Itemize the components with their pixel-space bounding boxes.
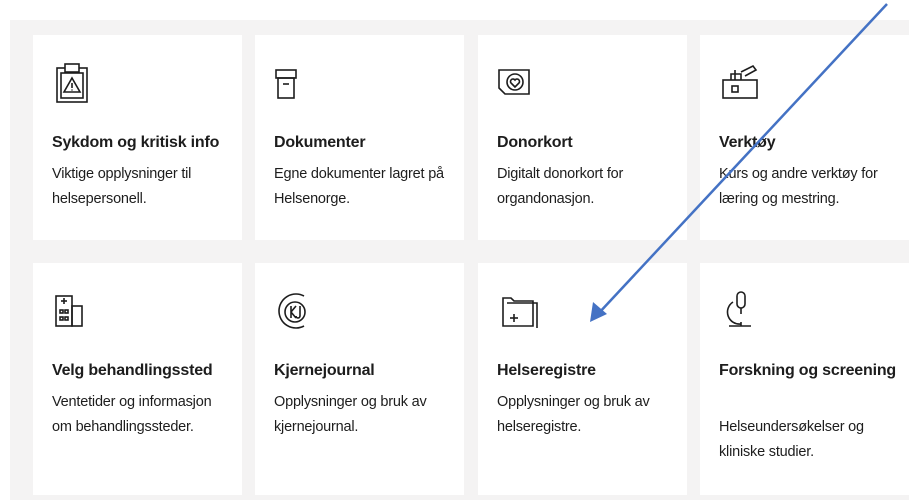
card-sykdom-og-kritisk-info[interactable]: Sykdom og kritisk info Viktige opplysnin… [33, 35, 242, 240]
card-description: Helseundersøkelser og kliniske studier. [719, 419, 864, 460]
card-title: Sykdom og kritisk info [52, 134, 220, 151]
card-kjernejournal[interactable]: Kjernejournal Opplysninger og bruk av kj… [255, 263, 464, 495]
donor-card-icon [497, 62, 541, 106]
card-title: Donorkort [497, 134, 573, 151]
card-description: Viktige opplysninger til helsepersonell. [52, 166, 192, 207]
card-description: Kurs og andre verktøy for læring og mest… [719, 166, 878, 207]
card-forskning-og-screening[interactable]: Forskning og screening Helseundersøkelse… [700, 263, 909, 495]
kjernejournal-logo-icon [274, 288, 318, 332]
card-description: Ventetider og informasjon om behandlings… [52, 394, 212, 435]
card-title: Verktøy [719, 134, 776, 151]
card-verktoy[interactable]: Verktøy Kurs og andre verktøy for læring… [700, 35, 909, 240]
card-description: Opplysninger og bruk av helseregistre. [497, 394, 650, 435]
toolbox-icon [719, 62, 763, 106]
card-title: Helseregistre [497, 362, 596, 379]
card-title: Forskning og screening [719, 362, 896, 379]
card-velg-behandlingssted[interactable]: Velg behandlingssted Ventetider og infor… [33, 263, 242, 495]
hospital-building-icon [52, 288, 96, 332]
card-description: Opplysninger og bruk av kjernejournal. [274, 394, 427, 435]
card-donorkort[interactable]: Donorkort Digitalt donorkort for orgando… [478, 35, 687, 240]
card-description: Digitalt donorkort for organdonasjon. [497, 166, 624, 207]
card-title: Velg behandlingssted [52, 362, 213, 379]
clipboard-warning-icon [52, 62, 96, 106]
card-dokumenter[interactable]: Dokumenter Egne dokumenter lagret på Hel… [255, 35, 464, 240]
card-title: Kjernejournal [274, 362, 375, 379]
card-description: Egne dokumenter lagret på Helsenorge. [274, 166, 444, 207]
folder-plus-icon [497, 288, 541, 332]
archive-box-icon [274, 62, 318, 106]
card-title: Dokumenter [274, 134, 366, 151]
card-helseregistre[interactable]: Helseregistre Opplysninger og bruk av he… [478, 263, 687, 495]
microscope-icon [719, 288, 763, 332]
